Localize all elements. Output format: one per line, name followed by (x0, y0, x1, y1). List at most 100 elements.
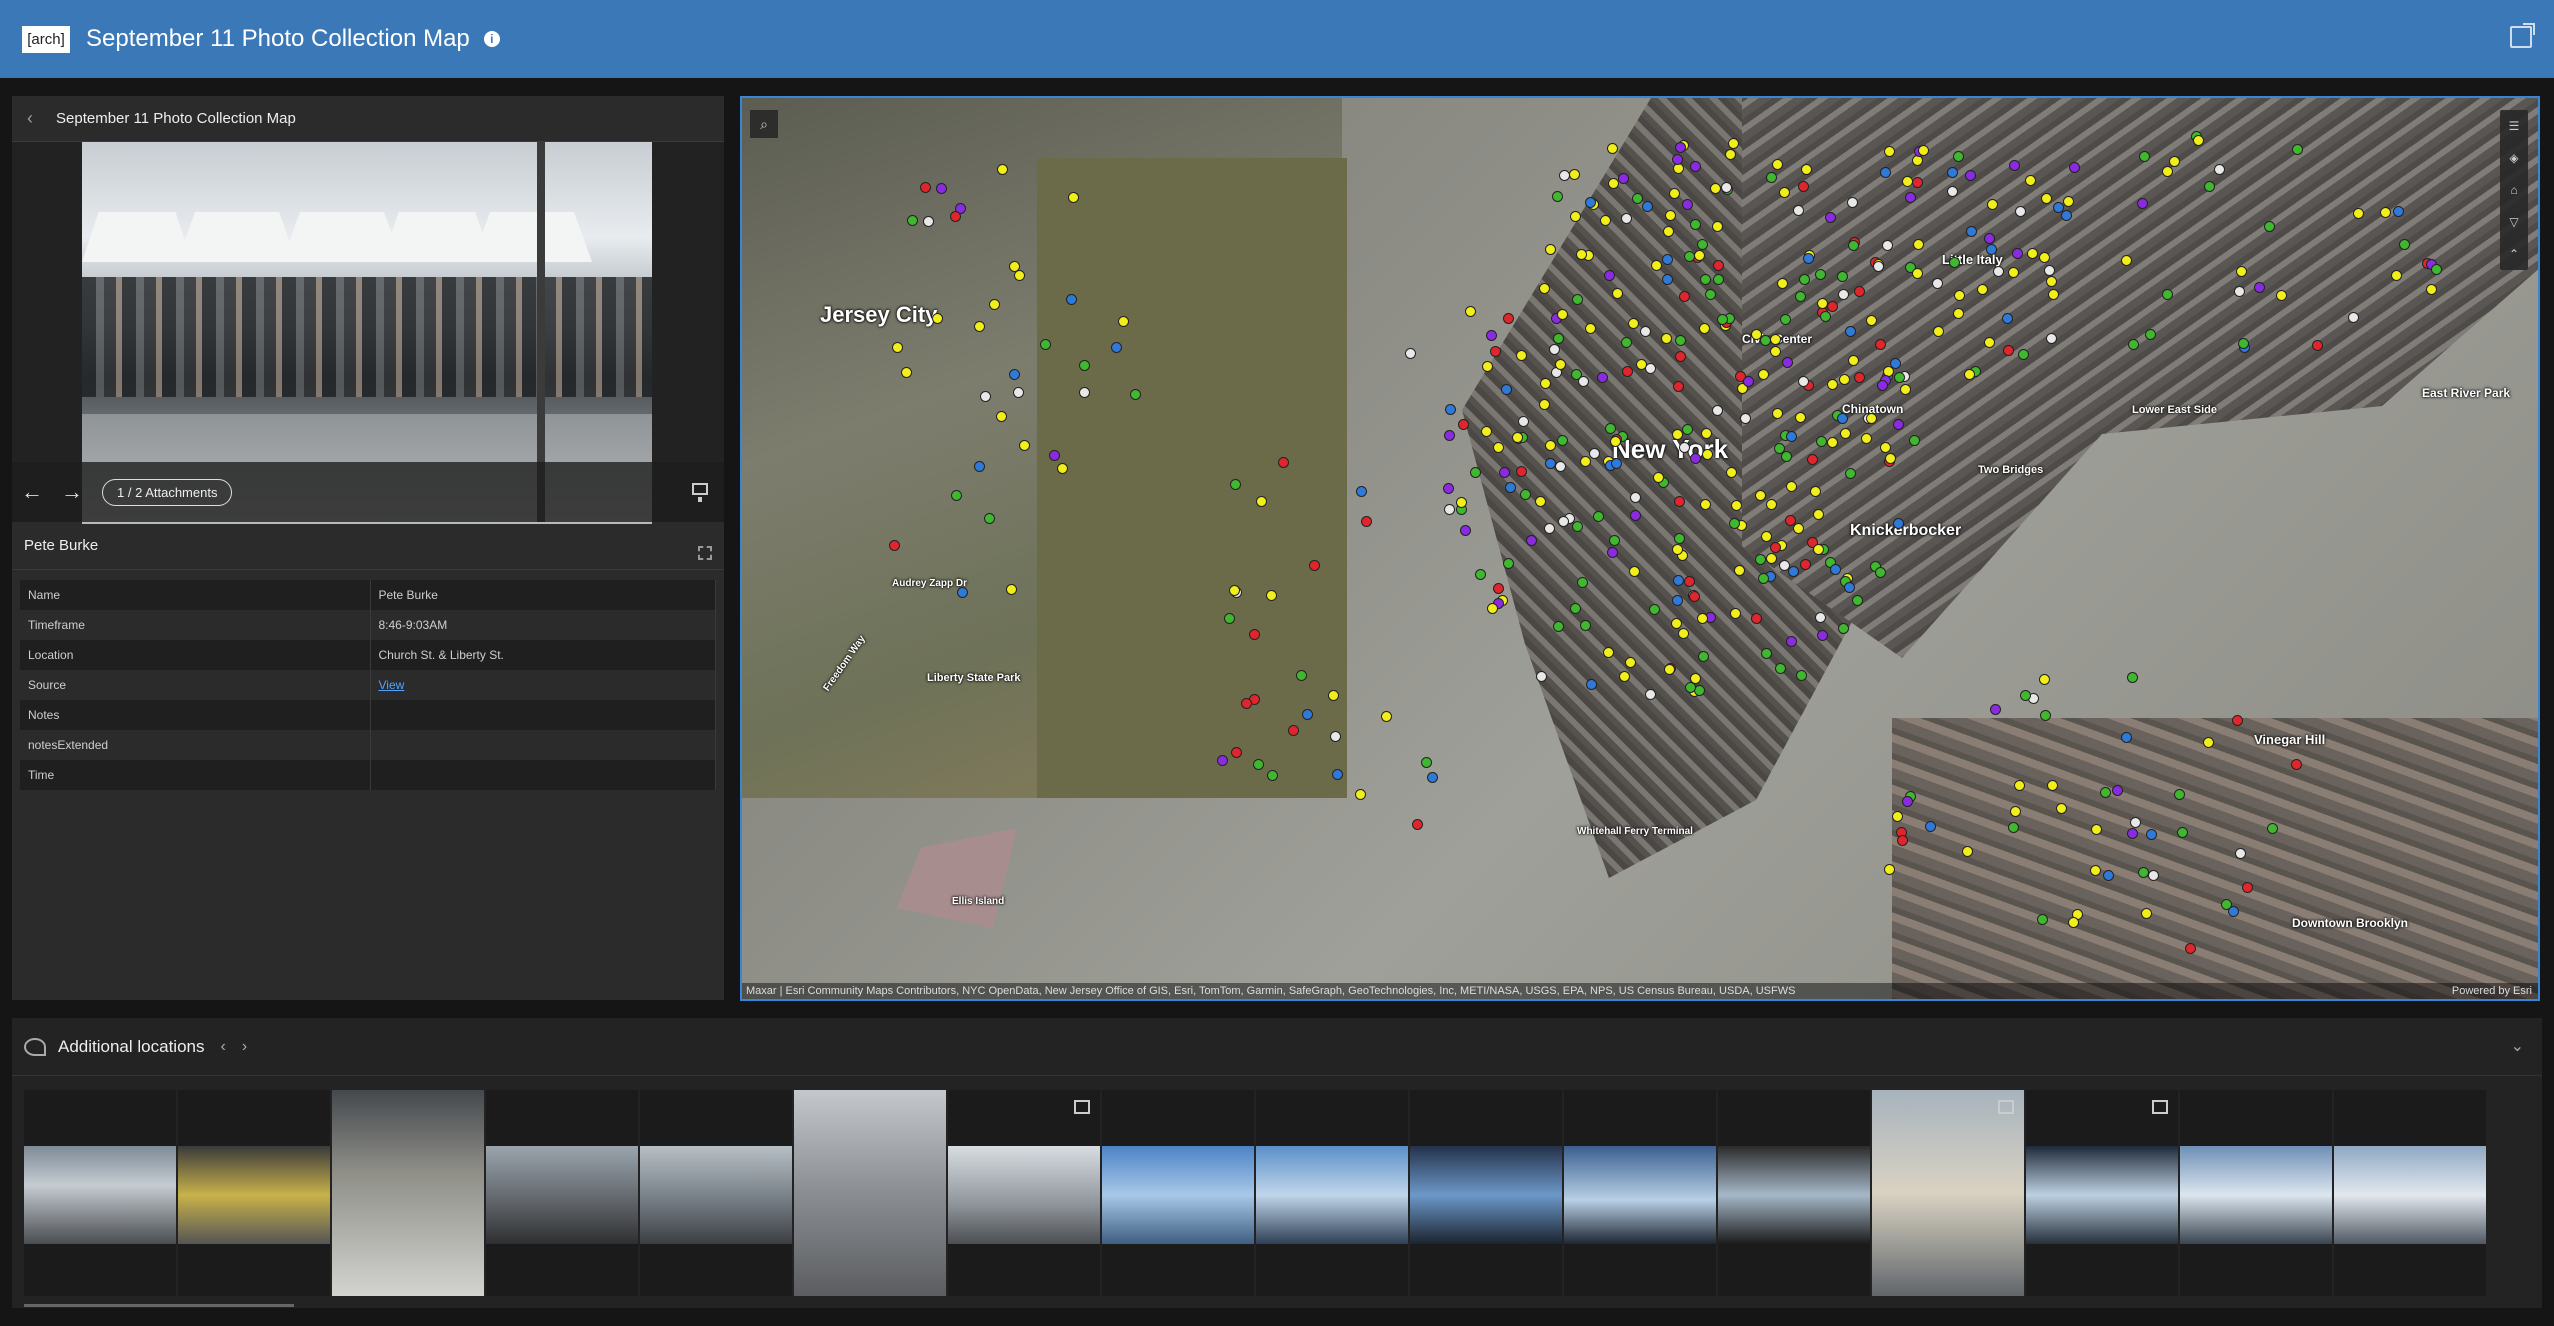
layers-icon[interactable]: ◈ (2500, 142, 2528, 174)
map-pin[interactable] (1455, 496, 1467, 508)
map-pin[interactable] (1380, 711, 1392, 723)
map-pin[interactable] (1216, 754, 1228, 766)
arrow-left-icon[interactable]: ← (12, 479, 52, 505)
map-pin[interactable] (1129, 388, 1141, 400)
map-pin[interactable] (1961, 846, 1973, 858)
map-pin[interactable] (1360, 515, 1372, 527)
map-pin[interactable] (931, 313, 943, 325)
map-pin[interactable] (1891, 811, 1903, 823)
map-pin[interactable] (1700, 273, 1712, 285)
map-pin[interactable] (936, 182, 948, 194)
map-pin[interactable] (1769, 542, 1781, 554)
map-pin[interactable] (1460, 525, 1472, 537)
map-pin[interactable] (2007, 267, 2019, 279)
map-pin[interactable] (1663, 225, 1675, 237)
map-pin[interactable] (1771, 407, 1783, 419)
map-pin[interactable] (1837, 289, 1849, 301)
map-pin[interactable] (1585, 678, 1597, 690)
map-pin[interactable] (1644, 362, 1656, 374)
map-pin[interactable] (1578, 375, 1590, 387)
map-pin[interactable] (1489, 346, 1501, 358)
map-pin[interactable] (1829, 563, 1841, 575)
map-pin[interactable] (1492, 441, 1504, 453)
map-pin[interactable] (2192, 134, 2204, 146)
map-pin[interactable] (1309, 560, 1321, 572)
map-pin[interactable] (1641, 200, 1653, 212)
map-pin[interactable] (1712, 274, 1724, 286)
map-pin[interactable] (1802, 252, 1814, 264)
map-pin[interactable] (1241, 697, 1253, 709)
map-pin[interactable] (2176, 826, 2188, 838)
location-thumbnail[interactable] (178, 1090, 330, 1296)
map-pin[interactable] (1674, 350, 1686, 362)
location-thumbnail[interactable] (2026, 1090, 2178, 1296)
map-pin[interactable] (1501, 383, 1513, 395)
map-pin[interactable] (906, 215, 918, 227)
map-pin[interactable] (2162, 288, 2174, 300)
map-pin[interactable] (1492, 583, 1504, 595)
map-pin[interactable] (2263, 221, 2275, 233)
map-pin[interactable] (1475, 569, 1487, 581)
map-pin[interactable] (1730, 500, 1742, 512)
map-pin[interactable] (1750, 613, 1762, 625)
location-thumbnail[interactable] (1102, 1090, 1254, 1296)
map-pin[interactable] (1302, 708, 1314, 720)
map-pin[interactable] (1265, 589, 1277, 601)
map-pin[interactable] (1905, 191, 1917, 203)
chevron-right-icon[interactable]: › (242, 1038, 247, 1056)
map-pin[interactable] (1765, 552, 1777, 564)
map-pin[interactable] (1792, 522, 1804, 534)
map-pin[interactable] (1426, 772, 1438, 784)
map-pin[interactable] (1014, 269, 1026, 281)
carousel-scrollbar[interactable] (24, 1304, 294, 1307)
map-pin[interactable] (956, 586, 968, 598)
map-pin[interactable] (1742, 376, 1754, 388)
map-pin[interactable] (2019, 689, 2031, 701)
map-pin[interactable] (2008, 160, 2020, 172)
location-thumbnail[interactable] (948, 1090, 1100, 1296)
search-icon[interactable]: ⌕ (750, 110, 778, 138)
map-pin[interactable] (1625, 656, 1637, 668)
map-pin[interactable] (1619, 670, 1631, 682)
map-pin[interactable] (1892, 418, 1904, 430)
location-thumbnail[interactable] (1410, 1090, 1562, 1296)
map-pin[interactable] (1727, 137, 1739, 149)
bookmark-icon[interactable]: ⌂ (2500, 174, 2528, 206)
map-pin[interactable] (1652, 471, 1664, 483)
map-pin[interactable] (2145, 828, 2157, 840)
map-pin[interactable] (1931, 278, 1943, 290)
map-pin[interactable] (2126, 827, 2138, 839)
map-pin[interactable] (1049, 449, 1061, 461)
map-pin[interactable] (1606, 142, 1618, 154)
map-pin[interactable] (1757, 572, 1769, 584)
map-pin[interactable] (1674, 142, 1686, 154)
map-pin[interactable] (1900, 384, 1912, 395)
map-pin[interactable] (1545, 243, 1557, 255)
map-pin[interactable] (1894, 371, 1906, 383)
map-pin[interactable] (2090, 823, 2102, 835)
map-pin[interactable] (1629, 565, 1641, 577)
map-pin[interactable] (2237, 337, 2249, 349)
map-pin[interactable] (1760, 530, 1772, 542)
map-pin[interactable] (1866, 314, 1878, 326)
map-pin[interactable] (2127, 338, 2139, 350)
map-pin[interactable] (1444, 403, 1456, 415)
map-pin[interactable] (2038, 673, 2050, 685)
map-pin[interactable] (1814, 611, 1826, 623)
map-pin[interactable] (1617, 173, 1629, 185)
map-pin[interactable] (1464, 305, 1476, 317)
map-pin[interactable] (1836, 271, 1848, 283)
map-pin[interactable] (1420, 757, 1432, 769)
map-pin[interactable] (1540, 377, 1552, 389)
location-thumbnail[interactable] (2180, 1090, 2332, 1296)
map-pin[interactable] (2010, 805, 2022, 817)
map-pin[interactable] (1457, 419, 1469, 431)
arrow-right-icon[interactable]: → (52, 479, 92, 505)
map-pin[interactable] (2045, 332, 2057, 344)
map-pin[interactable] (2127, 672, 2139, 684)
map-pin[interactable] (1612, 287, 1624, 299)
map-pin[interactable] (1118, 315, 1130, 327)
map-pin[interactable] (1806, 453, 1818, 465)
map-pin[interactable] (1645, 688, 1657, 700)
map-pin[interactable] (1874, 338, 1886, 350)
